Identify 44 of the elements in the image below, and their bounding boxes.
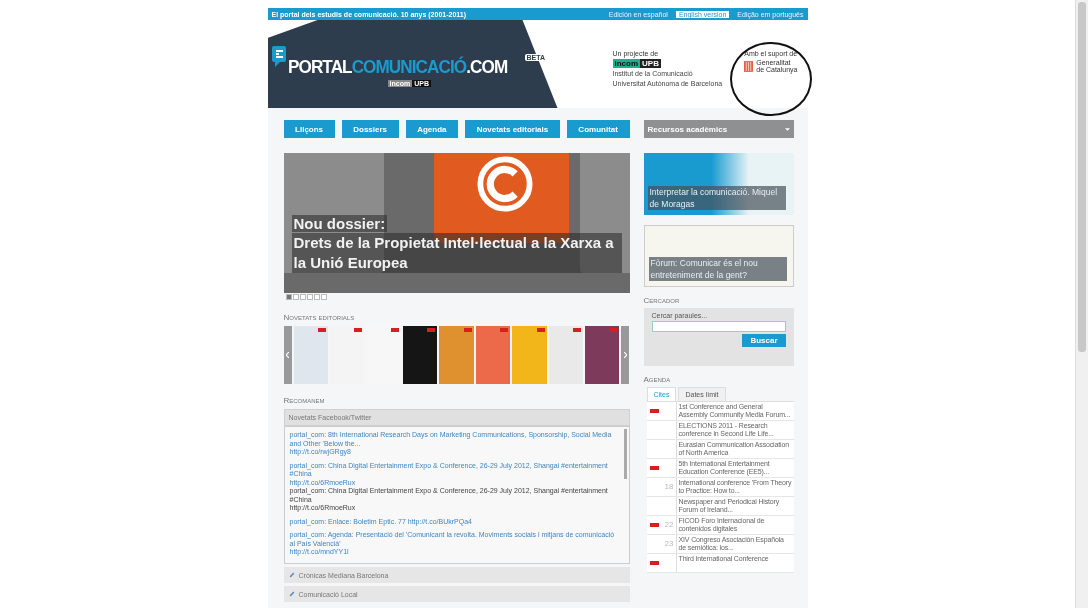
nav-button[interactable]: Novetats editorials bbox=[465, 120, 560, 138]
section-title: Agenda bbox=[643, 375, 672, 384]
event-day: 22 bbox=[664, 520, 674, 530]
caret-icon bbox=[784, 127, 790, 131]
chevron-right-icon bbox=[623, 352, 627, 358]
site-logo: PORTALCOMUNICACIÓ.COM bbox=[287, 56, 507, 78]
dossier-kicker: Nou dossier: bbox=[291, 215, 388, 232]
tag-icon bbox=[354, 328, 363, 332]
search-field[interactable] bbox=[651, 321, 786, 332]
section-title: Cercador bbox=[643, 296, 681, 305]
link-icon bbox=[288, 572, 295, 578]
feature-caption[interactable]: Fòrum: Comunicar és el nou entreteniment de la gent? bbox=[648, 257, 787, 281]
search-button[interactable]: Buscar bbox=[742, 334, 786, 347]
tag-icon bbox=[390, 328, 399, 332]
nav-button[interactable]: Comunitat bbox=[566, 120, 630, 138]
tag-icon bbox=[500, 328, 509, 332]
section-title: Recomanem bbox=[283, 396, 326, 405]
tag-icon bbox=[317, 328, 326, 332]
feature-caption[interactable]: Interpretar la comunicació. Miquel de Moragas bbox=[647, 186, 786, 210]
tag-icon bbox=[427, 328, 436, 332]
feature-card[interactable]: Fòrum: Comunicar és el nou entreteniment de la gent? bbox=[643, 225, 794, 287]
resources-dropdown[interactable]: Recursos acadèmics bbox=[643, 120, 794, 138]
nav-button[interactable]: Dossiers bbox=[341, 120, 399, 138]
copyright-icon bbox=[475, 155, 534, 213]
carousel-left-button[interactable] bbox=[283, 326, 292, 384]
tag-icon bbox=[609, 328, 618, 332]
tag-icon bbox=[573, 328, 581, 332]
tag-icon bbox=[463, 328, 472, 332]
scrollbar[interactable] bbox=[1075, 0, 1088, 608]
link-icon bbox=[288, 591, 295, 597]
book-cover[interactable] bbox=[402, 326, 438, 384]
scrollbar-thumb[interactable] bbox=[1078, 2, 1086, 352]
book-cover[interactable] bbox=[585, 326, 620, 384]
event-day: 23 bbox=[664, 539, 674, 549]
nav-button[interactable]: Agenda bbox=[405, 120, 459, 138]
chevron-left-icon bbox=[286, 352, 289, 358]
incom-logo: incom UPB bbox=[612, 59, 662, 68]
feed-scrollbar[interactable] bbox=[623, 429, 627, 479]
tag-icon bbox=[536, 328, 545, 332]
section-title: Novetats editorials bbox=[283, 313, 356, 322]
dossier-title[interactable]: Drets de la Propietat Intel·lectual a la Xarxa a la Unió Europea bbox=[291, 233, 622, 273]
striped-flag-icon bbox=[744, 60, 754, 72]
nav-button[interactable]: Lliçons bbox=[283, 120, 335, 138]
feature-card[interactable]: Interpretar la comunicació. Miquel de Moragas bbox=[643, 153, 794, 215]
